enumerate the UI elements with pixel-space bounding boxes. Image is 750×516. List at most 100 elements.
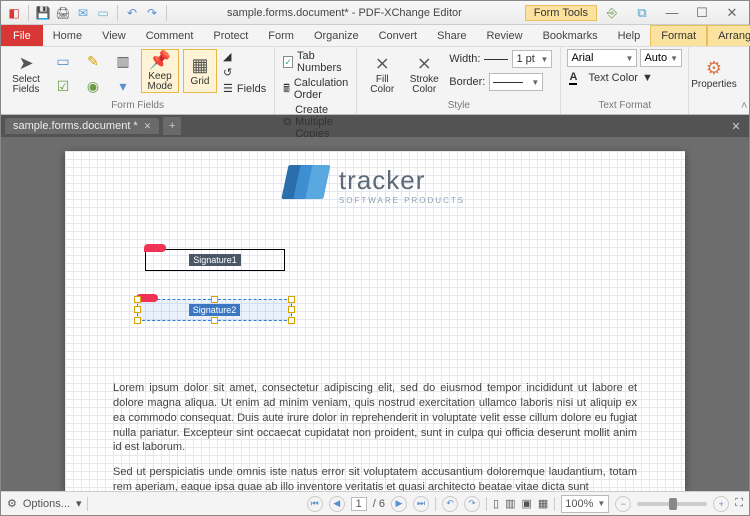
undo-icon[interactable]: ↶: [123, 4, 141, 22]
border-label: Border:: [449, 76, 485, 88]
zoom-combo[interactable]: 100%▼: [561, 495, 609, 513]
text-color-button[interactable]: A Text Color ▼: [567, 70, 682, 86]
fill-color-button[interactable]: ⨯Fill Color: [363, 49, 401, 99]
chevron-down-icon: ▼: [541, 55, 549, 64]
body-text: Lorem ipsum dolor sit amet, consectetur …: [113, 381, 637, 491]
tab-help[interactable]: Help: [608, 25, 651, 46]
page[interactable]: trackerSOFTWARE PRODUCTS Signature1 Sign…: [65, 151, 685, 491]
nav-fwd-button[interactable]: ↷: [464, 496, 480, 512]
border-combo[interactable]: ▼: [489, 73, 543, 91]
launch-icon[interactable]: ⎆: [599, 4, 625, 22]
layout-continuous-icon[interactable]: ▥: [505, 497, 515, 510]
radio-field-icon[interactable]: ◉: [79, 74, 107, 98]
file-tab[interactable]: File: [1, 25, 43, 46]
grid-button[interactable]: ▦Grid: [183, 49, 217, 93]
options-button[interactable]: Options...: [23, 498, 70, 510]
ribbon-collapse-icon[interactable]: ˄: [741, 100, 747, 112]
logo-subtext: SOFTWARE PRODUCTS: [339, 196, 465, 205]
pin-icon: 📌: [149, 50, 171, 71]
close-all-icon[interactable]: ✕: [727, 117, 745, 135]
tab-arrange[interactable]: Arrange: [707, 25, 750, 46]
close-button[interactable]: ✕: [719, 4, 745, 22]
print-icon[interactable]: 🖨: [54, 4, 72, 22]
signature-field-icon[interactable]: ✎: [79, 49, 107, 73]
chevron-down-icon[interactable]: ▾: [76, 497, 82, 510]
tab-bookmarks[interactable]: Bookmarks: [533, 25, 608, 46]
page-count: / 6: [373, 498, 385, 510]
next-page-button[interactable]: ▶: [391, 496, 407, 512]
tab-organize[interactable]: Organize: [304, 25, 369, 46]
layout-facing-icon[interactable]: ▣: [521, 497, 531, 510]
first-page-button[interactable]: ⏮: [307, 496, 323, 512]
tab-review[interactable]: Review: [476, 25, 532, 46]
last-page-button[interactable]: ⏭: [413, 496, 429, 512]
fontsize-combo[interactable]: Auto▼: [640, 49, 682, 67]
new-tab-button[interactable]: +: [163, 117, 181, 135]
resize-handle[interactable]: [288, 296, 295, 303]
width-combo[interactable]: 1 pt▼: [512, 50, 552, 68]
document-canvas[interactable]: trackerSOFTWARE PRODUCTS Signature1 Sign…: [1, 137, 749, 491]
zoom-out-button[interactable]: −: [615, 496, 631, 512]
tab-home[interactable]: Home: [43, 25, 92, 46]
barcode-icon[interactable]: ▥: [109, 49, 137, 73]
calc-order-button[interactable]: 🖩Calculation Order: [281, 76, 350, 102]
fullscreen-icon[interactable]: ⛶: [735, 497, 743, 510]
layout-facing-cont-icon[interactable]: ▦: [538, 497, 548, 510]
font-combo[interactable]: Arial▼: [567, 49, 637, 67]
tab-protect[interactable]: Protect: [203, 25, 258, 46]
gear-icon[interactable]: ⚙: [7, 497, 17, 510]
resize-handle[interactable]: [211, 296, 218, 303]
select-fields-button[interactable]: ➤Select Fields: [7, 49, 45, 99]
save-icon[interactable]: 💾: [34, 4, 52, 22]
scan-icon[interactable]: ▭: [94, 4, 112, 22]
tab-view[interactable]: View: [92, 25, 136, 46]
window-title: sample.forms.document* - PDF-XChange Edi…: [172, 7, 517, 19]
minimize-button[interactable]: —: [659, 4, 685, 22]
properties-button[interactable]: ⚙Properties: [695, 49, 733, 99]
slider-thumb[interactable]: [669, 498, 677, 510]
tab-share[interactable]: Share: [427, 25, 476, 46]
tab-close-icon[interactable]: ✕: [144, 121, 152, 132]
ui-options-icon[interactable]: ⧉: [629, 4, 655, 22]
ribbon: ➤Select Fields ▭ ✎ ▥ ☑ ◉ ▾ 📌Keep Mode ▦G…: [1, 47, 749, 115]
quick-access-toolbar: ◧ 💾 🖨 ✉ ▭ ↶ ↷ sample.forms.document* - P…: [1, 1, 749, 25]
resize-handle[interactable]: [134, 296, 141, 303]
signature-field-1[interactable]: Signature1: [145, 249, 285, 271]
redo-icon[interactable]: ↷: [143, 4, 161, 22]
chevron-down-icon: ▼: [626, 54, 634, 63]
layout-single-icon[interactable]: ▯: [493, 497, 499, 510]
dropdown-field-icon[interactable]: ▾: [109, 74, 137, 98]
zoom-slider[interactable]: [637, 502, 707, 506]
maximize-button[interactable]: ☐: [689, 4, 715, 22]
stroke-color-button[interactable]: ⨯Stroke Color: [405, 49, 443, 99]
resize-handle[interactable]: [288, 317, 295, 324]
resize-handle[interactable]: [211, 317, 218, 324]
tab-convert[interactable]: Convert: [369, 25, 428, 46]
text-color-icon: A: [569, 71, 577, 85]
tab-form[interactable]: Form: [258, 25, 304, 46]
width-label: Width:: [449, 53, 480, 65]
resize-handle[interactable]: [288, 306, 295, 313]
signature-field-2-selected[interactable]: Signature2: [137, 299, 292, 321]
tab-numbers-check[interactable]: ✓Tab Numbers: [281, 49, 350, 75]
keep-mode-button[interactable]: 📌Keep Mode: [141, 49, 179, 93]
text-field-icon[interactable]: ▭: [49, 49, 77, 73]
menu-bar: File Home View Comment Protect Form Orga…: [1, 25, 749, 47]
highlight-fields-icon[interactable]: ◢: [221, 49, 268, 64]
resize-handle[interactable]: [134, 306, 141, 313]
reset-icon[interactable]: ↺: [221, 65, 268, 80]
tab-format[interactable]: Format: [650, 25, 707, 46]
zoom-in-button[interactable]: +: [713, 496, 729, 512]
mail-icon[interactable]: ✉: [74, 4, 92, 22]
document-tab[interactable]: sample.forms.document *✕: [5, 118, 159, 134]
fields-panel-button[interactable]: ☰Fields: [221, 81, 268, 96]
tab-comment[interactable]: Comment: [136, 25, 204, 46]
group-text-format: Text Format: [567, 100, 682, 114]
page-input[interactable]: 1: [351, 497, 367, 511]
resize-handle[interactable]: [134, 317, 141, 324]
nav-back-button[interactable]: ↶: [442, 496, 458, 512]
prev-page-button[interactable]: ◀: [329, 496, 345, 512]
checkbox-field-icon[interactable]: ☑: [49, 74, 77, 98]
create-copies-button[interactable]: ⧉Create Multiple Copies: [281, 103, 350, 141]
logo-mark-icon: [285, 165, 331, 205]
